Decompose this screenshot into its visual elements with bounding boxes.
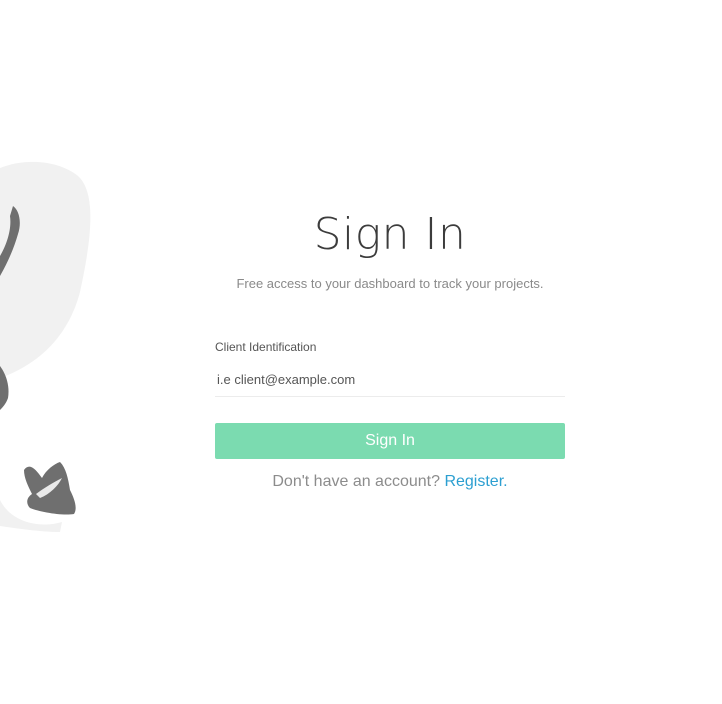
person-illustration [0, 161, 91, 532]
signin-page: Sign In Free access to your dashboard to… [0, 0, 722, 704]
register-suffix: . [503, 473, 508, 490]
register-link[interactable]: Register [444, 473, 503, 490]
signin-form: Sign In Free access to your dashboard to… [215, 205, 565, 491]
client-id-input[interactable] [215, 363, 565, 397]
signin-button[interactable]: Sign In [215, 423, 565, 459]
client-id-label: Client Identification [215, 340, 317, 354]
register-prompt: Don't have an account? [272, 473, 440, 490]
background-blob [0, 161, 91, 378]
page-subtitle: Free access to your dashboard to track y… [236, 276, 544, 291]
page-title: Sign In [313, 209, 467, 260]
register-prompt-line: Don't have an account? Register. [215, 473, 565, 491]
